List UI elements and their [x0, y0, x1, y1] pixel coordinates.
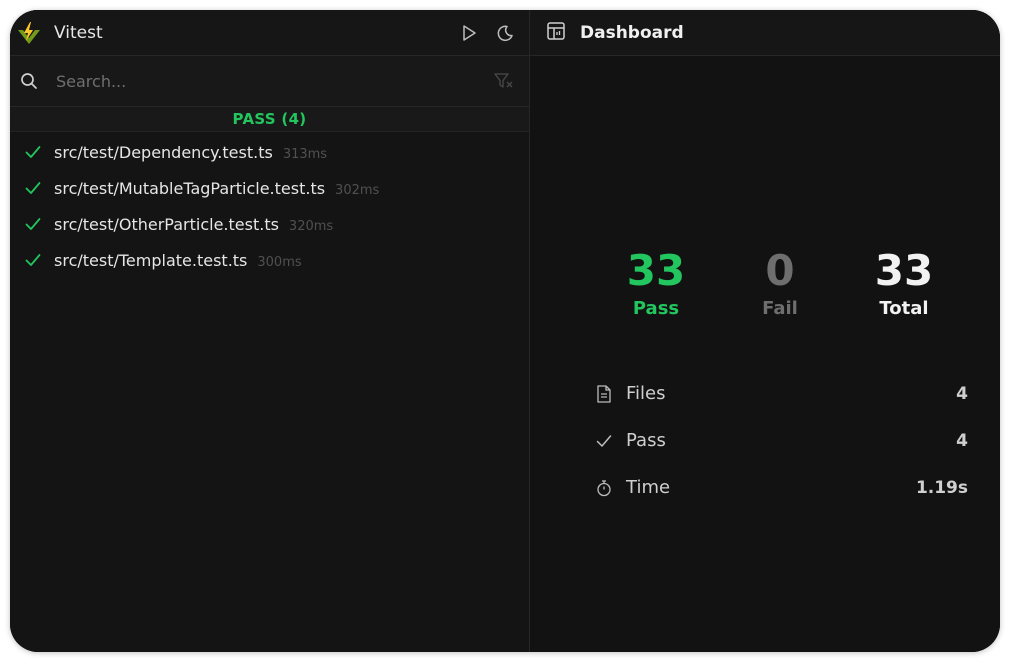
- app-title: Vitest: [54, 22, 103, 43]
- stat-fail: 0 Fail: [718, 246, 842, 320]
- detail-row-time: Time 1.19s: [596, 464, 968, 511]
- test-file-list: src/test/Dependency.test.ts 313ms src/te…: [10, 132, 529, 278]
- vitest-logo-icon: [16, 20, 42, 46]
- detail-files-label: Files: [626, 383, 666, 404]
- stat-pass: 33 Pass: [594, 246, 718, 320]
- stat-fail-label: Fail: [762, 298, 798, 319]
- detail-pass-value: 4: [956, 430, 968, 451]
- file-name: src/test/MutableTagParticle.test.ts: [54, 178, 326, 198]
- detail-row-files: Files 4: [596, 370, 968, 417]
- list-item[interactable]: src/test/OtherParticle.test.ts 320ms: [10, 206, 529, 242]
- sidebar-header: Vitest: [10, 10, 529, 56]
- search-input[interactable]: [54, 60, 489, 102]
- file-name: src/test/Dependency.test.ts: [54, 142, 273, 162]
- stat-pass-label: Pass: [632, 298, 680, 319]
- list-item[interactable]: src/test/Template.test.ts 300ms: [10, 242, 529, 278]
- play-icon[interactable]: [451, 15, 487, 51]
- list-item[interactable]: src/test/Dependency.test.ts 313ms: [10, 134, 529, 170]
- stats-summary: 33 Pass 0 Fail 33 Total: [594, 246, 966, 320]
- sidebar: Vitest PASS (4): [10, 10, 530, 652]
- file-duration: 302ms: [335, 183, 380, 198]
- stat-fail-value: 0: [765, 246, 795, 295]
- app-window: Vitest PASS (4): [10, 10, 1000, 652]
- detail-time-label: Time: [626, 477, 671, 498]
- dashboard-panel: Dashboard 33 Pass 0 Fail 33 Total Files: [530, 10, 1000, 652]
- check-icon: [24, 215, 42, 233]
- file-duration: 320ms: [288, 219, 334, 234]
- search-bar: [10, 56, 529, 107]
- check-icon: [596, 432, 612, 450]
- file-duration: 313ms: [282, 147, 328, 162]
- file-icon: [596, 384, 612, 403]
- check-icon: [24, 251, 42, 269]
- stat-total-label: Total: [879, 298, 929, 319]
- check-icon: [24, 179, 42, 197]
- detail-pass-label: Pass: [626, 430, 666, 451]
- dashboard-header: Dashboard: [530, 10, 1000, 56]
- stat-total-value: 33: [874, 246, 934, 295]
- stat-pass-value: 33: [626, 246, 686, 295]
- stat-total: 33 Total: [842, 246, 966, 320]
- file-name: src/test/OtherParticle.test.ts: [54, 214, 279, 234]
- stopwatch-icon: [596, 479, 612, 497]
- check-icon: [24, 143, 42, 161]
- stats-details: Files 4 Pass 4 Time 1.19s: [596, 370, 968, 511]
- detail-files-value: 4: [956, 383, 968, 404]
- detail-row-pass: Pass 4: [596, 417, 968, 464]
- moon-icon[interactable]: [487, 15, 523, 51]
- search-icon: [18, 70, 40, 92]
- dashboard-icon: [546, 21, 566, 45]
- file-duration: 300ms: [257, 255, 302, 270]
- detail-time-value: 1.19s: [915, 477, 968, 498]
- pass-group-header[interactable]: PASS (4): [10, 107, 529, 132]
- file-name: src/test/Template.test.ts: [54, 250, 248, 270]
- filter-clear-icon[interactable]: [489, 66, 519, 96]
- list-item[interactable]: src/test/MutableTagParticle.test.ts 302m…: [10, 170, 529, 206]
- dashboard-title: Dashboard: [580, 22, 684, 43]
